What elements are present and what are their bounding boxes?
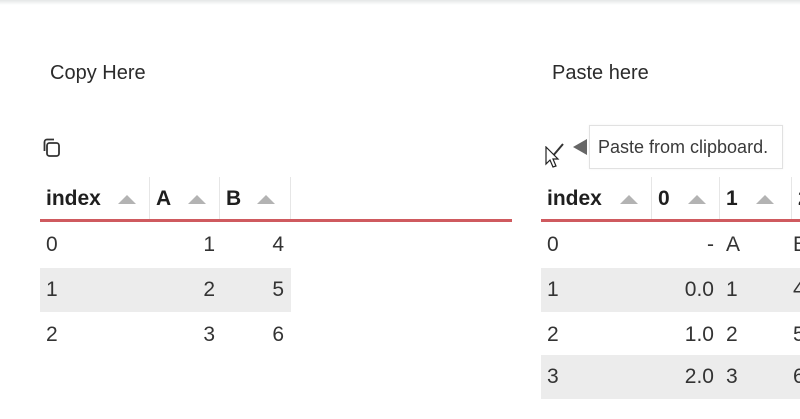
cell-1: 2	[726, 323, 738, 346]
paste-col-1-header[interactable]: 1	[720, 177, 792, 221]
mouse-pointer-icon	[545, 146, 560, 168]
copy-panel-title: Copy Here	[50, 62, 146, 84]
sort-arrow-icon[interactable]	[756, 195, 774, 204]
paste-col-index-header[interactable]: index	[541, 177, 652, 221]
paste-tooltip: Paste from clipboard.	[589, 125, 783, 169]
sort-arrow-icon[interactable]	[188, 195, 206, 204]
cell-2: 4	[793, 278, 800, 301]
sort-arrow-icon[interactable]	[118, 195, 136, 204]
table-row: 2 1.0 2 5	[541, 313, 800, 357]
cell-1: A	[726, 233, 741, 256]
table-row: 3 2.0 3 6	[541, 355, 800, 399]
paste-col-2-header[interactable]: 2	[792, 177, 800, 221]
index-cell: 0	[46, 233, 58, 256]
cell-2: 6	[793, 365, 800, 388]
copy-icon[interactable]	[41, 137, 63, 159]
index-cell: 2	[46, 323, 58, 346]
cell-a: 2	[203, 278, 215, 301]
header-underline	[40, 219, 512, 222]
cell-b: 5	[272, 278, 284, 301]
paste-table-header: index 0 1 2	[541, 177, 800, 221]
header-label: 0	[658, 187, 670, 210]
copy-table-header: index A B	[40, 177, 512, 221]
cell-b: 6	[272, 323, 284, 346]
paste-col-0-header[interactable]: 0	[652, 177, 720, 221]
header-label: A	[156, 187, 172, 210]
cell-a: 3	[203, 323, 215, 346]
paste-table: index 0 1 2 0 - A B 1 0.0 1	[541, 177, 800, 399]
copy-col-index-header[interactable]: index	[40, 177, 150, 221]
sort-arrow-icon[interactable]	[688, 195, 706, 204]
header-label: index	[46, 187, 101, 210]
cell-a: 1	[203, 233, 215, 256]
index-cell: 2	[547, 323, 559, 346]
table-row: 1 0.0 1 4	[541, 268, 800, 312]
top-bar-shadow	[0, 0, 800, 5]
cell-0: 0.0	[684, 278, 714, 301]
cell-b: 4	[272, 233, 284, 256]
cell-2: 5	[793, 323, 800, 346]
cell-0: -	[707, 233, 714, 256]
cell-1: 1	[726, 278, 738, 301]
cell-0: 1.0	[684, 323, 714, 346]
copy-table: index A B 0 1 4 1 2 5 2 3 6	[40, 177, 512, 357]
page: Copy Here index A B 0 1 4 1 2 5 2 3 6 Pa…	[0, 0, 800, 419]
cell-0: 2.0	[684, 365, 714, 388]
paste-panel-title: Paste here	[552, 62, 649, 84]
tooltip-arrow	[573, 139, 587, 155]
copy-col-a-header[interactable]: A	[150, 177, 220, 221]
header-label: B	[226, 187, 242, 210]
header-label: index	[547, 187, 602, 210]
table-row: 0 - A B	[541, 223, 800, 267]
index-cell: 0	[547, 233, 559, 256]
table-row: 0 1 4	[40, 223, 291, 267]
sort-arrow-icon[interactable]	[257, 195, 275, 204]
index-cell: 1	[547, 278, 559, 301]
table-row: 2 3 6	[40, 313, 291, 357]
cell-2: B	[793, 223, 800, 267]
header-label: 1	[726, 187, 738, 210]
header-underline	[541, 219, 800, 222]
table-row: 1 2 5	[40, 268, 291, 312]
cell-1: 3	[726, 365, 738, 388]
copy-col-b-header[interactable]: B	[220, 177, 291, 221]
index-cell: 1	[46, 278, 58, 301]
index-cell: 3	[547, 365, 559, 388]
sort-arrow-icon[interactable]	[620, 195, 638, 204]
